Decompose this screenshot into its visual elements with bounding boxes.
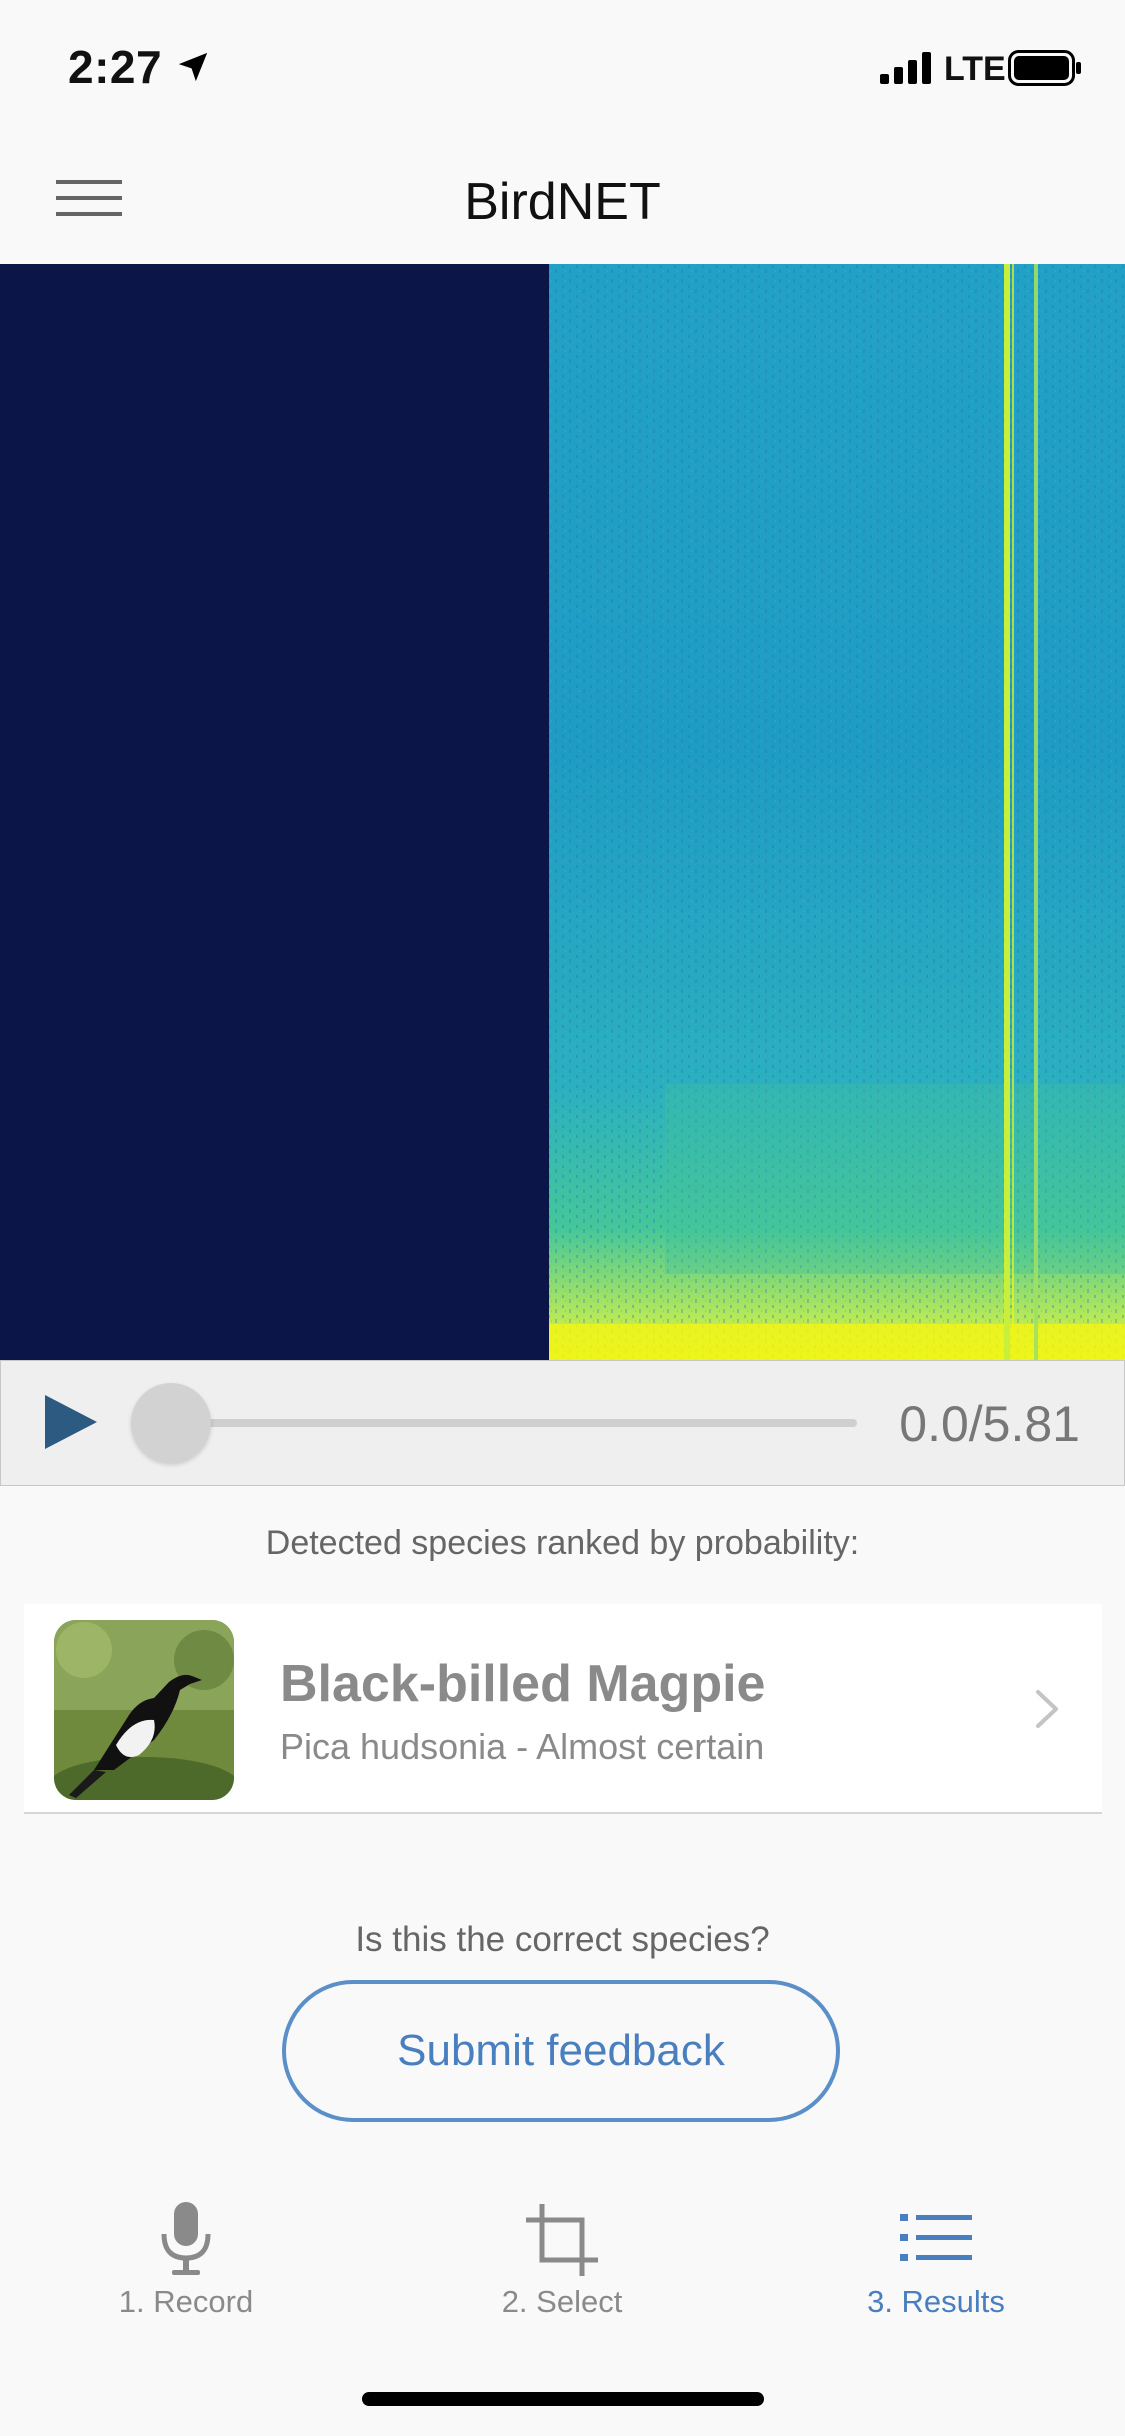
tab-label-results: 3. Results	[867, 2284, 1005, 2319]
cellular-signal-icon	[880, 52, 931, 84]
audio-player: 0.0/5.81	[0, 1360, 1125, 1486]
tab-bar: 1. Record 2. Select 3. Results	[0, 2190, 1125, 2340]
spectrogram-vertical-trace	[1004, 264, 1010, 1360]
spectrogram-view[interactable]	[0, 264, 1125, 1360]
list-icon	[900, 2214, 972, 2261]
species-detail: Pica hudsonia - Almost certain	[280, 1726, 765, 1767]
play-icon[interactable]	[41, 1391, 101, 1453]
status-time: 2:27	[68, 41, 163, 93]
seek-thumb[interactable]	[131, 1383, 211, 1463]
bird-thumbnail-image	[54, 1620, 234, 1800]
tab-label-record: 1. Record	[118, 2284, 254, 2319]
status-bar: 2:27 LTE	[0, 0, 1125, 130]
species-result-row[interactable]: Black-billed Magpie Pica hudsonia - Almo…	[24, 1604, 1102, 1814]
submit-feedback-button[interactable]: Submit feedback	[282, 1980, 840, 2122]
tab-select[interactable]: 2. Select	[422, 2190, 702, 2340]
nav-bar: BirdNET	[0, 130, 1125, 264]
crop-icon	[526, 2204, 598, 2276]
page-title: BirdNET	[464, 173, 661, 231]
home-indicator[interactable]	[362, 2392, 764, 2406]
seek-track[interactable]	[171, 1419, 857, 1427]
network-type-label: LTE	[944, 50, 1006, 88]
tab-results[interactable]: 3. Results	[796, 2190, 1076, 2340]
tab-record[interactable]: 1. Record	[46, 2190, 326, 2340]
spectrogram-empty-region	[0, 264, 549, 1360]
feedback-question: Is this the correct species?	[355, 1920, 770, 1959]
microphone-icon	[161, 2202, 211, 2275]
time-readout: 0.0/5.81	[899, 1396, 1080, 1452]
location-arrow-icon	[178, 52, 208, 82]
species-common-name: Black-billed Magpie	[280, 1655, 766, 1713]
chevron-right-icon	[1036, 1690, 1058, 1728]
battery-icon	[1008, 50, 1081, 86]
tab-label-select: 2. Select	[501, 2284, 623, 2319]
results-caption: Detected species ranked by probability:	[265, 1524, 860, 1562]
